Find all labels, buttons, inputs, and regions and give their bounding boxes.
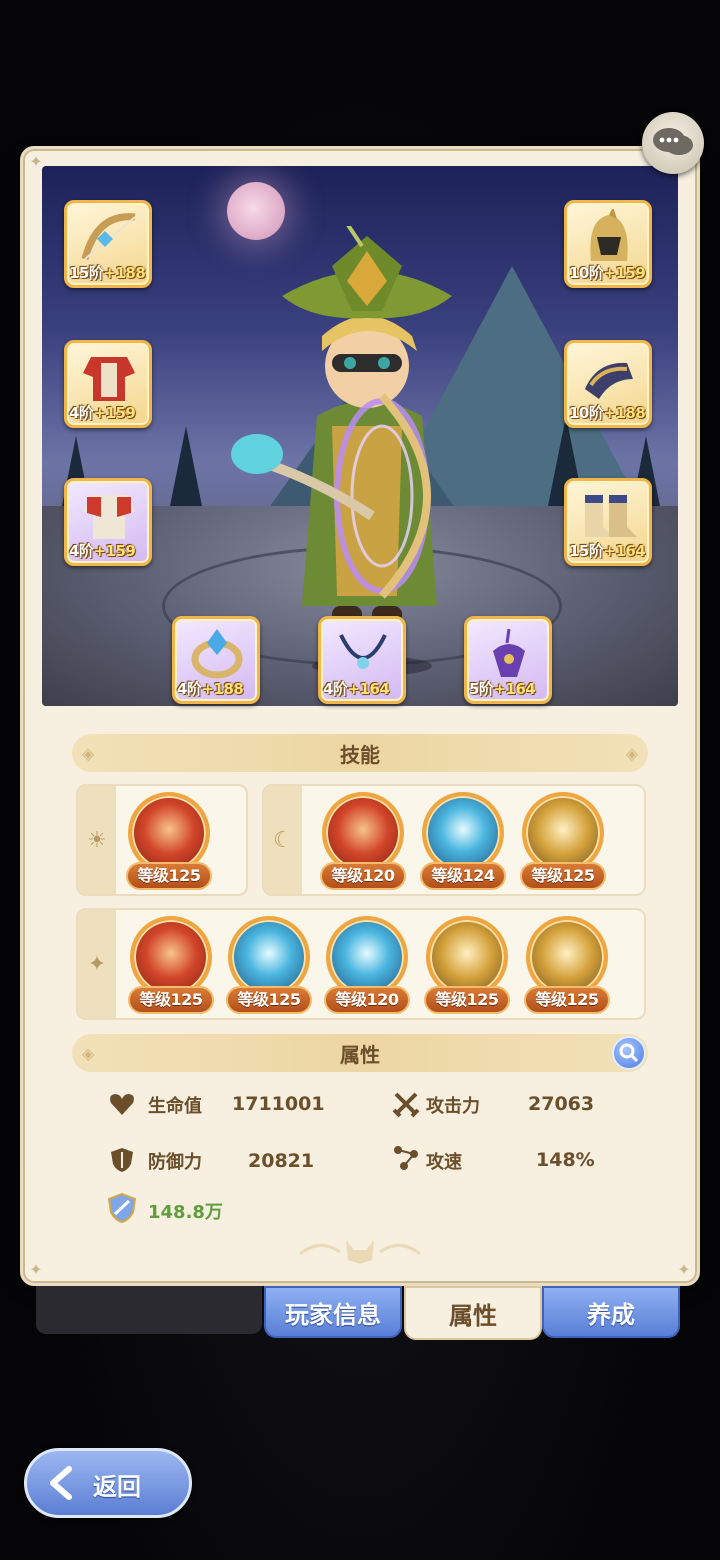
equip-tier-label: 4阶+188 (177, 680, 244, 698)
skill-level-badge: 等级124 (420, 862, 506, 890)
attributes-title: 属性 (340, 1042, 380, 1067)
tab-cultivate[interactable]: 养成 (542, 1286, 680, 1338)
skill-slot[interactable]: 等级125 (522, 914, 612, 1018)
ring-icon (191, 629, 243, 679)
skill-level-badge: 等级125 (424, 986, 510, 1014)
shield-icon (111, 1148, 133, 1172)
skills-title: 技能 (340, 742, 380, 767)
armor-icon (83, 495, 135, 539)
equip-slot-ring[interactable]: 4阶+188 (172, 616, 260, 704)
skill-slot[interactable]: 等级125 (224, 914, 314, 1018)
sun-icon: ☀ (78, 786, 116, 894)
moon-icon: ☾ (264, 786, 302, 894)
spd-label: 攻速 (426, 1152, 462, 1173)
skill-level-badge: 等级125 (126, 862, 212, 890)
equip-slot-bow[interactable]: 15阶+188 (64, 200, 152, 288)
skill-group-star: ✦ 等级125 等级125 等级120 等级125 等级125 (76, 908, 646, 1020)
spd-value: 148% (536, 1149, 595, 1171)
skill-slot[interactable]: 等级125 (124, 790, 214, 894)
charm-icon (493, 628, 525, 677)
atk-label: 攻击力 (426, 1096, 480, 1117)
fox-ornament-icon (299, 1240, 421, 1264)
def-label: 防御力 (148, 1152, 202, 1173)
back-arrow-icon (50, 1466, 72, 1500)
skill-slot[interactable]: 等级125 (422, 914, 512, 1018)
equip-slot-charm[interactable]: 5阶+164 (464, 616, 552, 704)
skill-level-badge: 等级125 (524, 986, 610, 1014)
chest-armor-icon (83, 357, 135, 401)
skill-slot[interactable]: 等级125 (518, 790, 608, 894)
equip-slot-chest[interactable]: 4阶+159 (64, 340, 152, 428)
skill-slot[interactable]: 等级120 (322, 914, 412, 1018)
attribute-detail-button[interactable] (612, 1036, 646, 1070)
chat-bubble-icon (653, 128, 693, 155)
skill-level-badge: 等级125 (520, 862, 606, 890)
corner-ornament: ✦ (29, 1260, 43, 1279)
attributes-header: ◈ 属性 (72, 1034, 648, 1072)
equip-tier-label: 10阶+188 (569, 404, 646, 422)
corner-ornament: ✦ (677, 1260, 691, 1279)
equip-tier-label: 5阶+164 (469, 680, 536, 698)
bow-icon (81, 213, 136, 260)
diamond-ornament-icon: ◈ (625, 744, 638, 763)
attack-speed-icon (394, 1146, 418, 1170)
skill-group-sun: ☀ 等级125 (76, 784, 248, 896)
tab-strip-shadow (36, 1286, 262, 1334)
chat-button[interactable] (642, 112, 704, 174)
equip-slot-boots[interactable]: 15阶+164 (564, 478, 652, 566)
magnifier-icon (619, 1043, 639, 1063)
skill-group-moon: ☾ 等级120 等级124 等级125 (262, 784, 646, 896)
sparkle-icon: ✦ (78, 910, 116, 1018)
skill-level-badge: 等级120 (324, 986, 410, 1014)
def-value: 20821 (248, 1150, 315, 1172)
skill-level-badge: 等级125 (128, 986, 214, 1014)
skills-header: ◈ 技能 ◈ (72, 734, 648, 772)
equip-slot-chest-2[interactable]: 4阶+159 (64, 478, 152, 566)
helmet-icon (590, 209, 628, 261)
diamond-ornament-icon: ◈ (82, 744, 95, 763)
gauntlet-icon (585, 362, 633, 399)
skill-level-badge: 等级120 (320, 862, 406, 890)
necklace-icon (339, 634, 387, 669)
equip-tier-label: 10阶+159 (569, 264, 646, 282)
combat-power-value: 148.8万 (148, 1202, 223, 1223)
equip-slot-gauntlet[interactable]: 10阶+188 (564, 340, 652, 428)
skill-level-badge: 等级125 (226, 986, 312, 1014)
hp-label: 生命值 (148, 1096, 202, 1117)
crossed-swords-icon (392, 1092, 420, 1118)
equip-tier-label: 4阶+164 (323, 680, 390, 698)
skill-slot[interactable]: 等级124 (418, 790, 508, 894)
equip-tier-label: 4阶+159 (69, 404, 136, 422)
tab-player-info[interactable]: 玩家信息 (264, 1286, 402, 1338)
skill-slot[interactable]: 等级125 (126, 914, 216, 1018)
tab-attributes[interactable]: 属性 (404, 1286, 542, 1340)
combat-power-icon (107, 1192, 137, 1224)
back-button[interactable]: 返回 (24, 1448, 192, 1518)
equip-slot-helmet[interactable]: 10阶+159 (564, 200, 652, 288)
boots-icon (585, 495, 637, 537)
hp-value: 1711001 (232, 1093, 325, 1115)
diamond-ornament-icon: ◈ (82, 1044, 95, 1063)
back-label: 返回 (93, 1473, 141, 1501)
equip-tier-label: 4阶+159 (69, 542, 136, 560)
atk-value: 27063 (528, 1093, 595, 1115)
skill-slot[interactable]: 等级120 (318, 790, 408, 894)
heart-icon (110, 1094, 134, 1115)
equip-tier-label: 15阶+164 (569, 542, 646, 560)
equip-slot-necklace[interactable]: 4阶+164 (318, 616, 406, 704)
equip-tier-label: 15阶+188 (69, 264, 146, 282)
